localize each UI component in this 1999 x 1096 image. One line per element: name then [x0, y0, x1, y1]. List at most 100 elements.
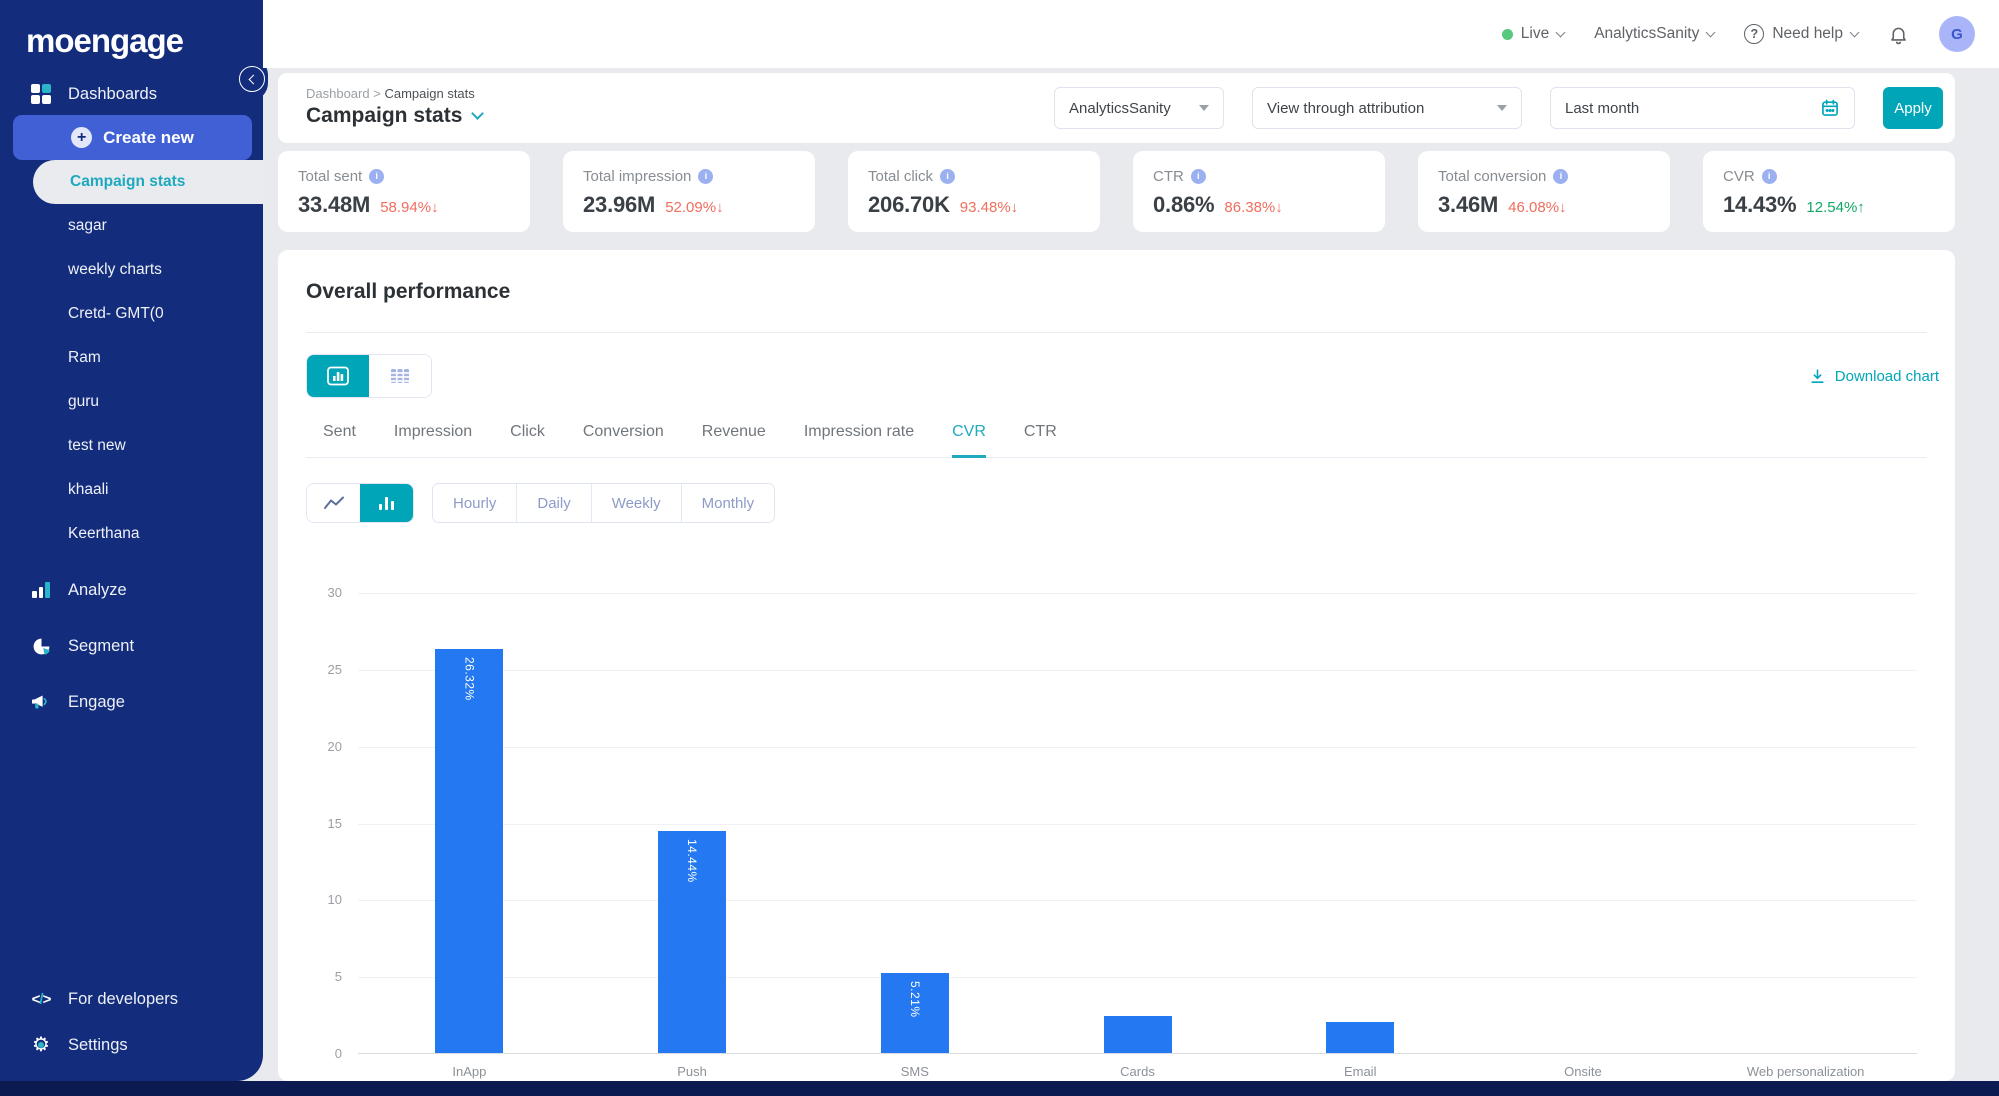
trend-arrow-icon: ↓ [1559, 199, 1567, 216]
tab-impression[interactable]: Impression [394, 409, 472, 458]
chart-view-button[interactable] [307, 355, 369, 397]
tab-revenue[interactable]: Revenue [702, 409, 766, 458]
sidebar-item-keerthana[interactable]: Keerthana [0, 512, 263, 556]
info-icon[interactable]: i [940, 169, 955, 184]
sidebar-item-cretd-gmt[interactable]: Cretd- GMT(0 [0, 292, 263, 336]
stat-value: 14.43% [1723, 192, 1796, 218]
breadcrumb: Dashboard > Campaign stats [306, 86, 475, 101]
gridline [358, 977, 1917, 978]
bar-inapp[interactable]: 26.32% [435, 649, 503, 1053]
chart-view-icon [326, 366, 350, 386]
megaphone-icon [30, 693, 52, 711]
sidebar-item-settings[interactable]: ⚙ Settings [0, 1023, 263, 1067]
bar-chart-button[interactable] [360, 484, 413, 522]
bar-cards[interactable] [1104, 1016, 1172, 1053]
live-status-dot [1502, 29, 1513, 40]
trend-arrow-icon: ↑ [1857, 199, 1865, 216]
moengage-logo: moengage [26, 22, 263, 60]
x-axis-label: Onsite [1564, 1064, 1602, 1079]
info-icon[interactable]: i [369, 169, 384, 184]
stat-change: 86.38%↓ [1224, 199, 1282, 216]
download-chart-link[interactable]: Download chart [1809, 368, 1939, 385]
bar-push[interactable]: 14.44% [658, 831, 726, 1053]
period-selector: Hourly Daily Weekly Monthly [432, 483, 775, 523]
info-icon[interactable]: i [1191, 169, 1206, 184]
tab-conversion[interactable]: Conversion [583, 409, 664, 458]
sidebar-footer: </> For developers ⚙ Settings [0, 965, 263, 1067]
bar-value-label: 26.32% [462, 657, 476, 701]
stat-label: CVR [1723, 168, 1755, 185]
y-axis-tick: 10 [298, 892, 342, 907]
bar-chart-icon [379, 497, 395, 510]
sidebar-item-weekly-charts[interactable]: weekly charts [0, 248, 263, 292]
stat-value: 3.46M [1438, 192, 1498, 218]
sidebar-item-label: Analyze [68, 581, 127, 600]
date-range-input[interactable]: Last month [1550, 87, 1855, 129]
stat-card-ctr: CTRi 0.86% 86.38%↓ [1133, 151, 1385, 232]
line-chart-button[interactable] [307, 484, 360, 522]
stat-change: 52.09%↓ [665, 199, 723, 216]
sidebar-item-dashboards[interactable]: Dashboards [0, 72, 263, 116]
info-icon[interactable]: i [1553, 169, 1568, 184]
table-view-button[interactable] [369, 355, 431, 397]
period-hourly[interactable]: Hourly [433, 484, 516, 522]
sidebar-item-sagar[interactable]: sagar [0, 204, 263, 248]
workspace-filter-select[interactable]: AnalyticsSanity [1054, 87, 1224, 129]
sidebar-item-analyze[interactable]: Analyze [0, 568, 263, 612]
sidebar-item-khaali[interactable]: khaali [0, 468, 263, 512]
notifications-button[interactable] [1888, 24, 1909, 45]
live-label: Live [1521, 25, 1549, 43]
sidebar-item-segment[interactable]: Segment [0, 624, 263, 668]
sidebar-item-ram[interactable]: Ram [0, 336, 263, 380]
tab-ctr[interactable]: CTR [1024, 409, 1057, 458]
trend-arrow-icon: ↓ [1275, 199, 1283, 216]
page-header: Dashboard > Campaign stats Campaign stat… [278, 73, 1955, 143]
metric-tabs: Sent Impression Click Conversion Revenue… [306, 408, 1927, 458]
chevron-down-icon[interactable] [472, 107, 485, 120]
x-axis-label: Push [677, 1064, 707, 1079]
workspace-selector[interactable]: AnalyticsSanity [1594, 25, 1714, 43]
sidebar-collapse-button[interactable] [239, 66, 265, 92]
y-axis-tick: 0 [298, 1046, 342, 1061]
bar-sms[interactable]: 5.21% [881, 973, 949, 1053]
live-selector[interactable]: Live [1502, 25, 1564, 43]
sidebar: moengage + Create new Dashboards Key met… [0, 0, 263, 1081]
period-daily[interactable]: Daily [516, 484, 590, 522]
divider [306, 332, 1927, 333]
sidebar-item-engage[interactable]: Engage [0, 680, 263, 724]
period-monthly[interactable]: Monthly [681, 484, 775, 522]
tab-click[interactable]: Click [510, 409, 545, 458]
avatar[interactable]: G [1939, 16, 1975, 52]
gridline [358, 1053, 1917, 1054]
y-axis-tick: 30 [298, 585, 342, 600]
tab-impression-rate[interactable]: Impression rate [804, 409, 914, 458]
sidebar-item-label: Segment [68, 637, 134, 656]
create-new-button[interactable]: + Create new [13, 115, 252, 160]
tab-cvr[interactable]: CVR [952, 409, 986, 458]
chart-table-toggle [306, 354, 432, 398]
stat-change: 58.94%↓ [380, 199, 438, 216]
sidebar-item-for-developers[interactable]: </> For developers [0, 977, 263, 1021]
attribution-filter-select[interactable]: View through attribution [1252, 87, 1522, 129]
workspace-filter-value: AnalyticsSanity [1069, 100, 1171, 117]
gridline [358, 900, 1917, 901]
breadcrumb-current: Campaign stats [384, 86, 474, 101]
sidebar-item-campaign-stats[interactable]: Campaign stats [33, 160, 263, 204]
sidebar-item-test-new[interactable]: test new [0, 424, 263, 468]
apply-button[interactable]: Apply [1883, 87, 1943, 129]
need-help-menu[interactable]: ? Need help [1744, 24, 1858, 44]
sidebar-item-label: Campaign stats [33, 173, 185, 191]
x-axis-label: Email [1344, 1064, 1377, 1079]
info-icon[interactable]: i [698, 169, 713, 184]
sidebar-item-guru[interactable]: guru [0, 380, 263, 424]
bar-chart-icon [30, 582, 52, 598]
tab-sent[interactable]: Sent [323, 409, 356, 458]
info-icon[interactable]: i [1762, 169, 1777, 184]
period-weekly[interactable]: Weekly [591, 484, 681, 522]
y-axis-tick: 15 [298, 816, 342, 831]
gear-icon: ⚙ [30, 1035, 52, 1055]
calendar-icon [1820, 98, 1840, 118]
stat-label: Total sent [298, 168, 362, 185]
breadcrumb-root[interactable]: Dashboard [306, 86, 370, 101]
bar-email[interactable] [1326, 1022, 1394, 1053]
